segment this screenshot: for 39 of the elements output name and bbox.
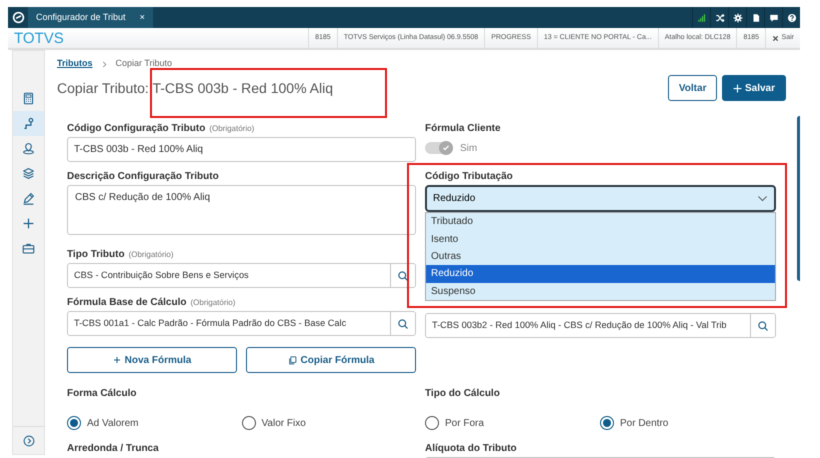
brand-logo: TOTVS: [13, 29, 65, 48]
required-note: (Obrigatório): [128, 250, 174, 259]
field-label: Fórmula Base de Cálculo: [67, 297, 186, 308]
field-label: Arredonda / Trunca: [67, 443, 159, 454]
page-title: Copiar Tributo: T-CBS 003b - Red 100% Aliq: [57, 78, 334, 98]
radio-label: Por Fora: [445, 416, 484, 430]
breadcrumb-link[interactable]: Tributos: [57, 57, 92, 71]
radio-label: Ad Valorem: [87, 416, 139, 430]
back-button[interactable]: Voltar: [668, 75, 718, 101]
save-button[interactable]: Salvar: [722, 75, 786, 101]
copy-formula-button[interactable]: Copiar Fórmula: [246, 347, 416, 373]
field-label: Código Tributação: [425, 171, 513, 182]
field-label: Tipo Tributo: [67, 249, 125, 260]
radio-label: Valor Fixo: [262, 416, 306, 430]
dropdown-option[interactable]: Isento: [426, 230, 775, 248]
dropdown-option[interactable]: Reduzido: [426, 265, 775, 283]
select-field[interactable]: Reduzido: [425, 185, 776, 212]
close-button[interactable]: ×: [140, 10, 145, 24]
field-label: Fórmula Cliente: [425, 123, 501, 134]
required-note: (Obrigatório): [209, 124, 254, 133]
lookup-field[interactable]: T-CBS 001a1 - Calc Padrão - Fórmula Padrão do CBS - Base Calc: [67, 311, 416, 336]
field-label: Código Configuração Tributo: [67, 123, 206, 134]
toggle-label: Sim: [460, 142, 478, 156]
field-label: Descrição Configuração Tributo: [67, 171, 219, 182]
lookup-field[interactable]: T-CBS 003b2 - Red 100% Aliq - CBS c/ Redução de 100% Aliq - Val Trib: [425, 313, 776, 338]
lookup-field[interactable]: CBS - Contribuição Sobre Bens e Serviços: [67, 263, 416, 288]
field-label: Alíquota do Tributo: [425, 443, 517, 454]
dropdown-option[interactable]: Outras: [426, 248, 775, 266]
new-formula-button[interactable]: Nova Fórmula: [67, 347, 237, 373]
tab[interactable]: Configurador de Tribut ×: [28, 7, 153, 28]
field-label: Tipo do Cálculo: [425, 388, 500, 399]
dropdown-option[interactable]: Tributado: [426, 213, 775, 230]
dropdown-option[interactable]: Suspenso: [426, 282, 775, 300]
required-note: (Obrigatório): [190, 298, 236, 307]
field-label: Forma Cálculo: [67, 388, 136, 399]
radio-label: Por Dentro: [620, 416, 668, 430]
text-area[interactable]: CBS c/ Redução de 100% Aliq: [67, 185, 416, 235]
breadcrumb-current: Copiar Tributo: [116, 57, 172, 70]
text-field[interactable]: T-CBS 003b - Red 100% Aliq: [67, 137, 416, 162]
